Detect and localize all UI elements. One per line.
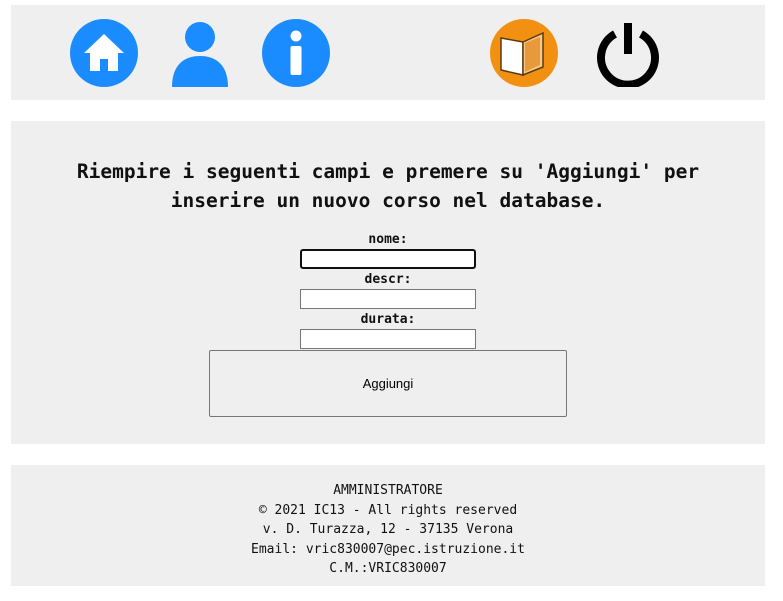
footer-address: v. D. Turazza, 12 - 37135 Verona (262, 522, 514, 537)
user-icon[interactable] (166, 19, 234, 87)
durata-label: durata: (360, 312, 416, 327)
durata-input[interactable] (300, 329, 476, 349)
descr-label: descr: (364, 272, 412, 287)
info-icon[interactable] (262, 19, 330, 87)
nome-label: nome: (368, 232, 408, 247)
aggiungi-button[interactable]: Aggiungi (209, 350, 567, 417)
descr-input[interactable] (300, 289, 476, 309)
nome-input[interactable] (300, 249, 476, 269)
form-instructions: Riempire i seguenti campi e premere su '… (11, 157, 765, 215)
instructions-line-2: inserire un nuovo corso nel database. (170, 189, 606, 212)
footer-text: AMMINISTRATORE © 2021 IC13 - All rights … (11, 481, 765, 579)
footer-role: AMMINISTRATORE (333, 483, 443, 498)
book-icon[interactable] (490, 19, 558, 87)
top-navigation-bar (11, 5, 765, 100)
footer-code: C.M.:VRIC830007 (329, 561, 447, 576)
home-icon[interactable] (70, 19, 138, 87)
add-course-form-panel: Riempire i seguenti campi e premere su '… (11, 121, 765, 444)
footer-copyright: © 2021 IC13 - All rights reserved (258, 502, 518, 518)
power-icon[interactable] (594, 19, 662, 87)
footer-email: Email: vric830007@pec.istruzione.it (251, 541, 525, 557)
footer: AMMINISTRATORE © 2021 IC13 - All rights … (11, 465, 765, 586)
instructions-line-1: Riempire i seguenti campi e premere su '… (76, 160, 700, 183)
